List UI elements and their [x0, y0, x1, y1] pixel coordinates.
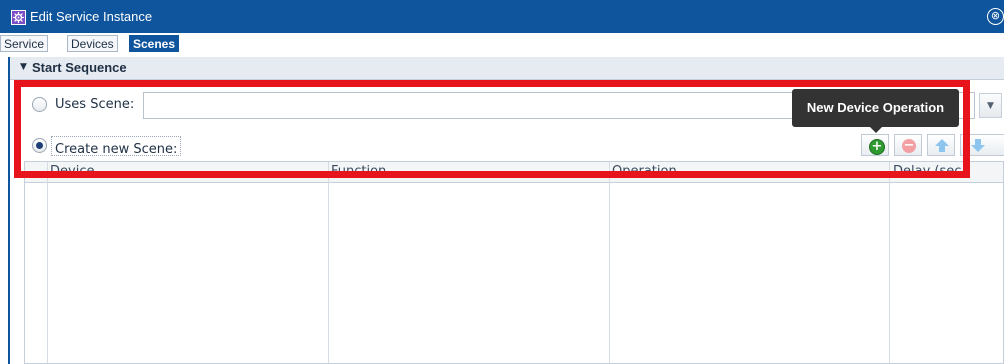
create-new-scene-radio[interactable]	[32, 138, 47, 153]
column-divider	[889, 162, 890, 363]
tab-service[interactable]: Service	[0, 35, 49, 52]
tab-bar: Service Devices Scenes	[0, 33, 1004, 55]
section-header[interactable]: ▼ Start Sequence	[10, 57, 1004, 80]
remove-device-operation-button[interactable]: −	[894, 134, 922, 156]
create-new-scene-label: Create new Scene:	[55, 142, 178, 157]
column-delay[interactable]: Delay (sec	[893, 162, 961, 182]
tooltip: New Device Operation	[792, 89, 959, 133]
column-divider	[47, 162, 48, 363]
window-titlebar: Edit Service Instance ⊗	[0, 0, 1004, 33]
column-divider	[328, 162, 329, 363]
uses-scene-radio[interactable]	[32, 97, 47, 112]
move-down-button[interactable]	[960, 134, 1004, 156]
minus-circle-icon: −	[902, 138, 916, 153]
arrow-up-icon	[935, 139, 949, 152]
column-operation[interactable]: Operation	[612, 162, 677, 182]
create-new-scene-label-box: Create new Scene:	[51, 136, 182, 157]
column-divider	[609, 162, 610, 363]
table-header: Device Function Operation Delay (sec	[25, 162, 1003, 183]
move-up-button[interactable]	[927, 134, 955, 156]
arrow-down-icon	[971, 139, 985, 152]
column-function[interactable]: Function	[331, 162, 386, 182]
close-icon[interactable]: ⊗	[987, 8, 1004, 25]
add-device-operation-button[interactable]: +	[861, 134, 889, 156]
device-operations-table: Device Function Operation Delay (sec	[24, 161, 1004, 364]
column-device[interactable]: Device	[50, 162, 94, 182]
tab-devices[interactable]: Devices	[67, 35, 118, 52]
app-settings-icon	[11, 10, 26, 25]
uses-scene-label: Uses Scene:	[55, 97, 135, 112]
section-title: Start Sequence	[32, 60, 127, 75]
plus-circle-icon: +	[869, 139, 885, 155]
collapse-arrow-icon[interactable]: ▼	[20, 62, 27, 72]
tab-scenes[interactable]: Scenes	[129, 35, 180, 52]
chevron-down-icon[interactable]: ▼	[979, 93, 1002, 118]
window-title: Edit Service Instance	[30, 9, 153, 24]
